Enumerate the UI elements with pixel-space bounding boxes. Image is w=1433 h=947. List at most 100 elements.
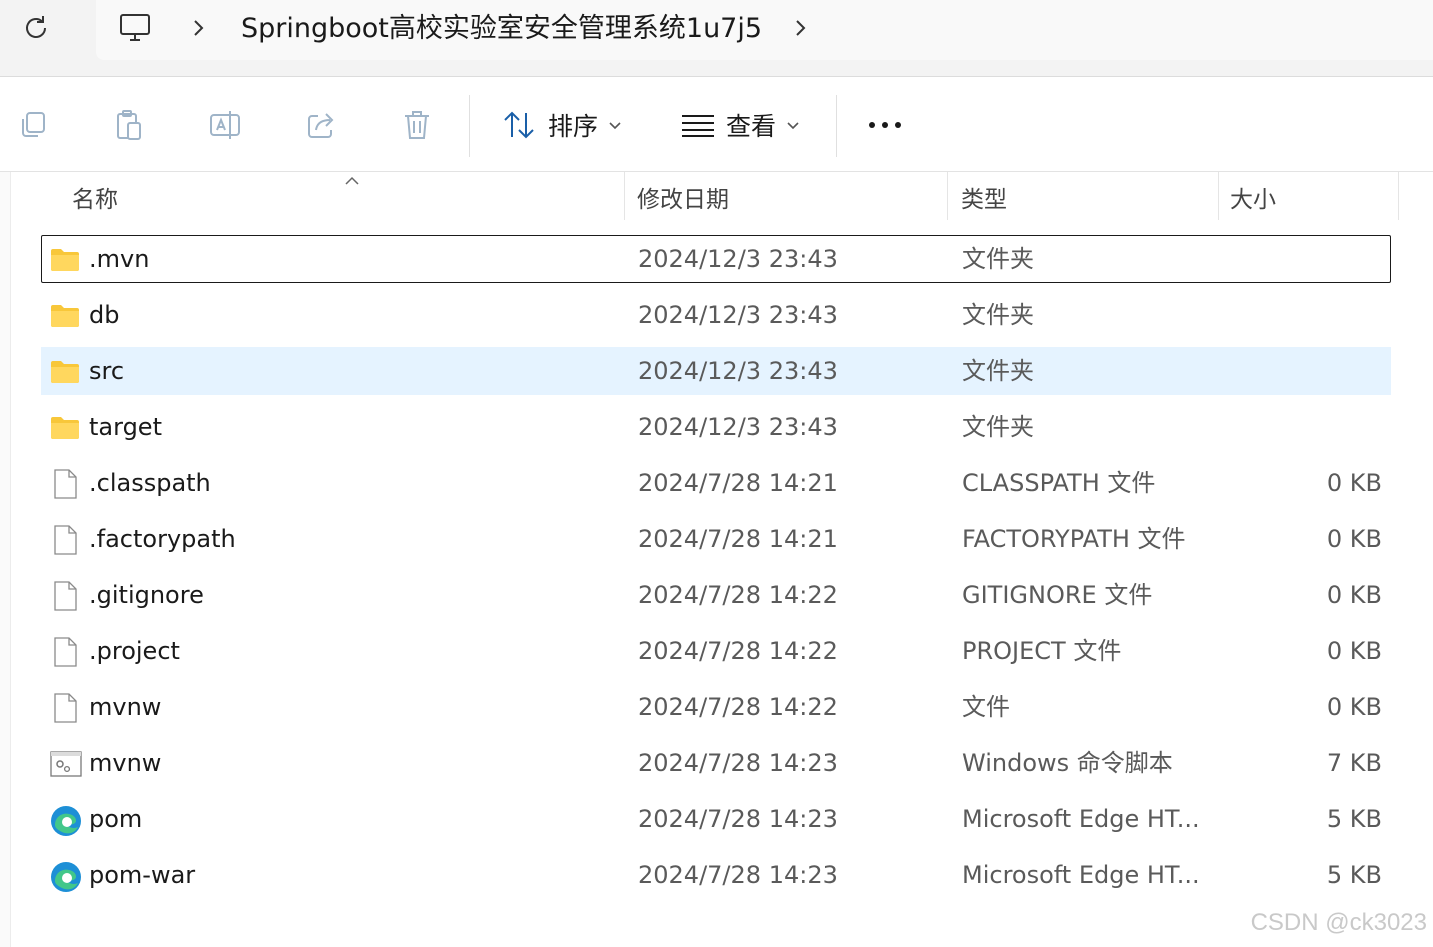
column-header-row: 名称 修改日期 类型 大小 <box>10 172 1433 228</box>
file-icon <box>50 525 80 555</box>
file-name: .factorypath <box>89 525 236 553</box>
file-name: mvnw <box>89 693 162 721</box>
file-row[interactable]: target 2024/12/3 23:43 文件夹 <box>41 403 1391 451</box>
rename-icon <box>210 111 240 139</box>
view-label: 查看 <box>726 112 777 141</box>
file-date-modified: 2024/7/28 14:23 <box>638 861 838 889</box>
more-icon <box>869 122 901 128</box>
file-size: 5 KB <box>1326 861 1382 889</box>
copy-icon <box>22 112 45 137</box>
file-row[interactable]: .project 2024/7/28 14:22 PROJECT 文件 0 KB <box>41 627 1391 675</box>
refresh-button[interactable] <box>18 10 54 46</box>
edge-icon <box>50 805 81 836</box>
paste-button[interactable] <box>111 107 147 143</box>
delete-icon <box>405 111 429 139</box>
file-date-modified: 2024/7/28 14:21 <box>638 469 838 497</box>
file-row[interactable]: .classpath 2024/7/28 14:21 CLASSPATH 文件 0 K… <box>41 459 1391 507</box>
folder-icon <box>50 357 80 387</box>
toolbar-divider <box>469 95 470 157</box>
file-type: CLASSPATH 文件 <box>962 469 1156 497</box>
file-size: 7 KB <box>1326 749 1382 777</box>
file-list: .mvn 2024/12/3 23:43 文件夹 db 2024/12/3 23:43 文… <box>41 235 1391 907</box>
file-name: pom <box>89 805 143 833</box>
file-icon <box>50 469 80 499</box>
file-date-modified: 2024/12/3 23:43 <box>638 413 838 441</box>
file-row[interactable]: .gitignore 2024/7/28 14:22 GITIGNORE 文件 0 K… <box>41 571 1391 619</box>
more-options-button[interactable] <box>866 111 904 143</box>
file-type: 文件夹 <box>962 301 1034 329</box>
paste-icon <box>117 110 141 140</box>
file-date-modified: 2024/7/28 14:23 <box>638 749 838 777</box>
file-row[interactable]: .factorypath 2024/7/28 14:21 FACTORYPATH 文… <box>41 515 1391 563</box>
computer-icon[interactable] <box>118 11 152 49</box>
share-button[interactable] <box>303 107 339 143</box>
column-resize-handle[interactable] <box>1398 172 1399 220</box>
share-icon <box>308 113 334 138</box>
sort-label: 排序 <box>548 112 599 141</box>
file-size: 0 KB <box>1326 637 1382 665</box>
file-date-modified: 2024/12/3 23:43 <box>638 301 838 329</box>
file-row[interactable]: .mvn 2024/12/3 23:43 文件夹 <box>41 235 1391 283</box>
copy-button[interactable] <box>15 107 51 143</box>
file-type: FACTORYPATH 文件 <box>962 525 1186 553</box>
file-row[interactable]: pom 2024/7/28 14:23 Microsoft Edge HT... 5 … <box>41 795 1391 843</box>
file-date-modified: 2024/7/28 14:23 <box>638 805 838 833</box>
file-type: 文件 <box>962 693 1010 721</box>
file-icon <box>50 693 80 723</box>
file-name: .gitignore <box>89 581 204 609</box>
column-header-name[interactable]: 名称 <box>72 172 622 228</box>
file-date-modified: 2024/7/28 14:22 <box>638 693 838 721</box>
address-bar[interactable]: Springboot高校实验室安全管理系统1u7j5 <box>96 0 1433 60</box>
script-icon <box>50 749 82 779</box>
file-row[interactable]: db 2024/12/3 23:43 文件夹 <box>41 291 1391 339</box>
file-name: .classpath <box>89 469 211 497</box>
file-size: 0 KB <box>1326 525 1382 553</box>
file-date-modified: 2024/12/3 23:43 <box>638 357 838 385</box>
command-bar: 排序 查看 <box>0 77 1433 172</box>
watermark: CSDN @ck3023 <box>1250 909 1427 936</box>
view-icon <box>682 115 714 137</box>
file-type: GITIGNORE 文件 <box>962 581 1153 609</box>
column-header-size[interactable]: 大小 <box>1230 172 1400 228</box>
file-type: 文件夹 <box>962 357 1034 385</box>
column-resize-handle[interactable] <box>1218 172 1219 220</box>
sort-button[interactable]: 排序 <box>502 105 622 145</box>
sort-icon <box>504 111 534 139</box>
delete-button[interactable] <box>399 107 435 143</box>
column-resize-handle[interactable] <box>947 172 948 220</box>
file-size: 0 KB <box>1326 693 1382 721</box>
file-type: 文件夹 <box>962 245 1034 273</box>
file-type: Microsoft Edge HT... <box>962 805 1200 833</box>
chevron-right-icon[interactable] <box>188 16 210 44</box>
file-size: 0 KB <box>1326 469 1382 497</box>
file-name: .project <box>89 637 180 665</box>
file-type: Windows 命令脚本 <box>962 749 1173 777</box>
file-date-modified: 2024/7/28 14:21 <box>638 525 838 553</box>
file-type: PROJECT 文件 <box>962 637 1122 665</box>
chevron-right-icon[interactable] <box>790 16 812 44</box>
file-name: target <box>89 413 162 441</box>
file-row[interactable]: pom-war 2024/7/28 14:23 Microsoft Edge HT.… <box>41 851 1391 899</box>
file-name: pom-war <box>89 861 196 889</box>
file-date-modified: 2024/7/28 14:22 <box>638 581 838 609</box>
file-icon <box>50 581 80 611</box>
file-size: 5 KB <box>1326 805 1382 833</box>
chevron-down-icon <box>609 122 621 130</box>
file-date-modified: 2024/12/3 23:43 <box>638 245 838 273</box>
column-header-date[interactable]: 修改日期 <box>637 172 947 228</box>
file-name: mvnw <box>89 749 162 777</box>
file-row[interactable]: src 2024/12/3 23:43 文件夹 <box>41 347 1391 395</box>
column-header-type[interactable]: 类型 <box>961 172 1216 228</box>
file-row[interactable]: mvnw 2024/7/28 14:22 文件 0 KB <box>41 683 1391 731</box>
column-resize-handle[interactable] <box>624 172 625 220</box>
folder-icon <box>50 413 80 443</box>
breadcrumb-folder[interactable]: Springboot高校实验室安全管理系统1u7j5 <box>241 9 762 49</box>
rename-button[interactable] <box>207 107 243 143</box>
file-name: src <box>89 357 125 385</box>
file-date-modified: 2024/7/28 14:22 <box>638 637 838 665</box>
edge-icon <box>50 861 81 892</box>
file-row[interactable]: mvnw 2024/7/28 14:23 Windows 命令脚本 7 KB <box>41 739 1391 787</box>
navigation-pane-edge <box>0 172 11 947</box>
folder-icon <box>50 245 80 275</box>
view-button[interactable]: 查看 <box>680 105 800 145</box>
